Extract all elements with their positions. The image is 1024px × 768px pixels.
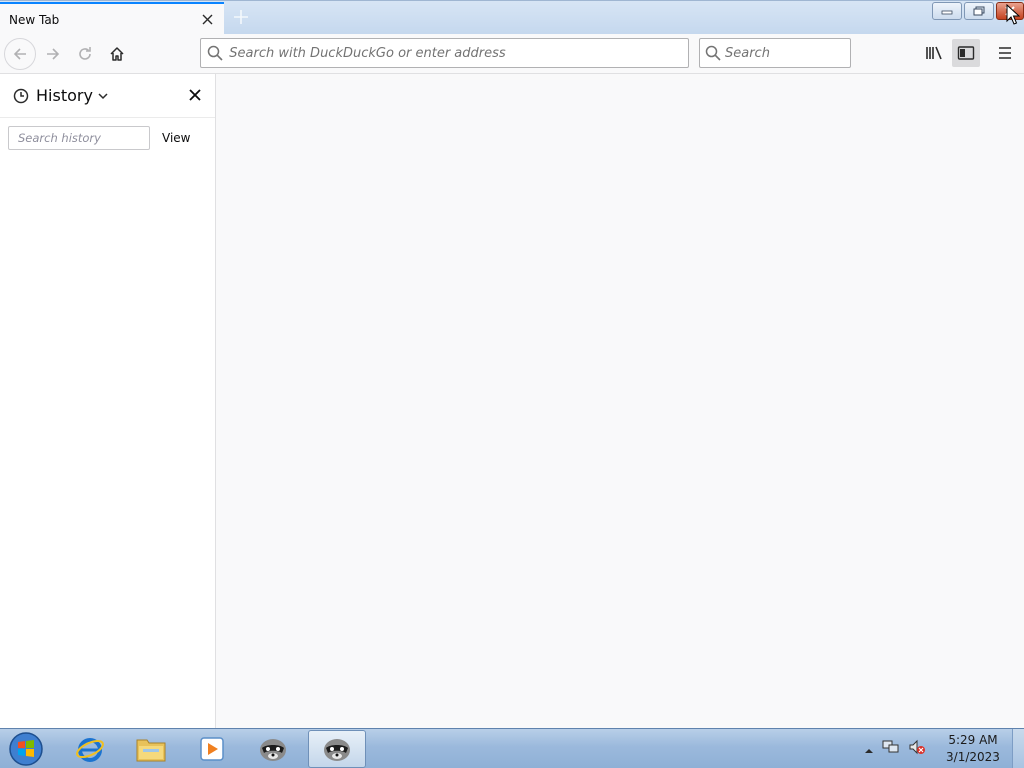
taskbar-media-player[interactable] — [183, 730, 241, 768]
raccoon-app-icon — [324, 739, 350, 761]
system-tray — [864, 729, 926, 768]
show-desktop-button[interactable] — [1012, 729, 1024, 768]
page-content — [217, 74, 1024, 728]
address-bar[interactable] — [200, 38, 689, 68]
show-hidden-icons-button[interactable] — [864, 740, 874, 759]
mouse-cursor-icon — [1006, 4, 1020, 25]
media-player-icon — [200, 737, 224, 761]
restore-button[interactable] — [964, 2, 994, 20]
reload-button[interactable] — [69, 38, 101, 70]
file-explorer-icon — [136, 739, 166, 762]
start-orb-icon — [9, 732, 43, 766]
network-icon — [882, 740, 899, 753]
taskbar-file-explorer[interactable] — [122, 730, 180, 768]
navigation-toolbar — [0, 34, 1024, 74]
sidebar-title: History — [36, 86, 93, 105]
hamburger-menu-icon — [999, 47, 1011, 59]
clock[interactable]: 5:29 AM 3/1/2023 — [936, 732, 1010, 766]
history-sidebar: History View — [0, 74, 216, 728]
sidebar-header: History — [0, 74, 215, 118]
plus-icon — [234, 10, 248, 24]
sidebar-icon — [957, 46, 975, 60]
clock-icon — [13, 88, 29, 103]
search-icon — [700, 39, 725, 67]
internet-explorer-icon — [76, 738, 104, 762]
history-search-input[interactable] — [18, 131, 149, 145]
minimize-button[interactable] — [932, 2, 962, 20]
new-tab-button[interactable] — [230, 6, 252, 28]
restore-icon — [973, 6, 985, 16]
back-arrow-icon — [13, 48, 26, 60]
history-search-field[interactable] — [8, 126, 150, 150]
taskbar-internet-explorer[interactable] — [61, 730, 119, 768]
clock-date: 3/1/2023 — [946, 750, 1000, 764]
network-button[interactable] — [882, 739, 900, 759]
address-input[interactable] — [229, 45, 688, 61]
taskbar-raccoon-app-1[interactable] — [244, 730, 302, 768]
raccoon-app-icon — [260, 739, 286, 761]
volume-muted-icon — [909, 739, 925, 755]
taskbar-raccoon-app-2[interactable] — [308, 730, 366, 768]
tab-strip: New Tab — [0, 0, 1024, 35]
close-tab-icon[interactable] — [199, 12, 215, 28]
forward-arrow-icon — [47, 48, 60, 60]
close-icon — [189, 89, 201, 101]
back-button[interactable] — [4, 38, 36, 70]
minimize-icon — [941, 10, 953, 15]
chevron-up-icon — [865, 748, 873, 753]
menu-button[interactable] — [991, 39, 1019, 67]
tab-title: New Tab — [9, 12, 60, 27]
volume-button[interactable] — [908, 739, 926, 759]
search-icon — [201, 39, 229, 67]
library-icon — [926, 46, 942, 60]
search-box[interactable] — [699, 38, 851, 68]
clock-time: 5:29 AM — [948, 733, 998, 747]
home-button[interactable] — [101, 38, 133, 70]
close-sidebar-button[interactable] — [187, 87, 203, 103]
sidebar-switcher[interactable]: History — [13, 86, 108, 105]
tab-new-tab[interactable]: New Tab — [0, 2, 224, 35]
forward-button[interactable] — [37, 38, 69, 70]
reload-icon — [79, 47, 91, 60]
sidebar-toggle-button[interactable] — [952, 39, 980, 67]
taskbar: 5:29 AM 3/1/2023 — [0, 728, 1024, 768]
start-button[interactable] — [6, 730, 46, 768]
view-menu-button[interactable]: View — [162, 131, 190, 145]
home-icon — [110, 47, 124, 61]
search-input[interactable] — [725, 45, 850, 61]
library-button[interactable] — [920, 39, 948, 67]
chevron-down-icon — [98, 92, 108, 99]
